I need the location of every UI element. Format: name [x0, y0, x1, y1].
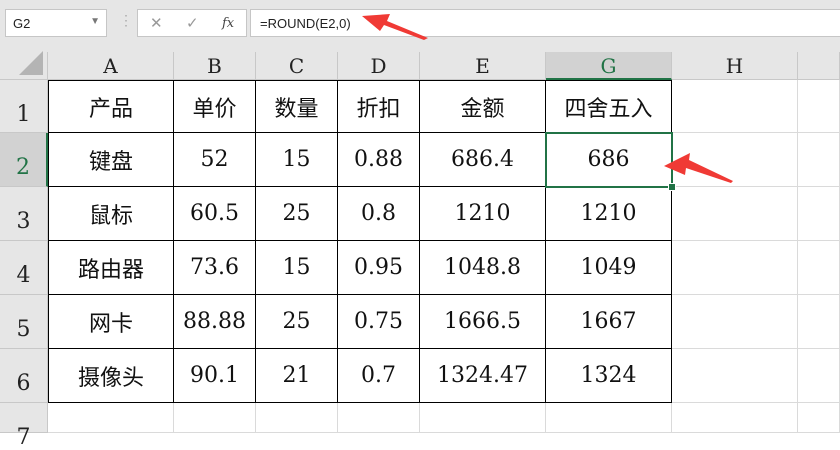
- arrow-to-formula-icon: [362, 14, 428, 40]
- arrow-to-cell-icon: [664, 153, 733, 183]
- annotation-arrows: [362, 14, 733, 183]
